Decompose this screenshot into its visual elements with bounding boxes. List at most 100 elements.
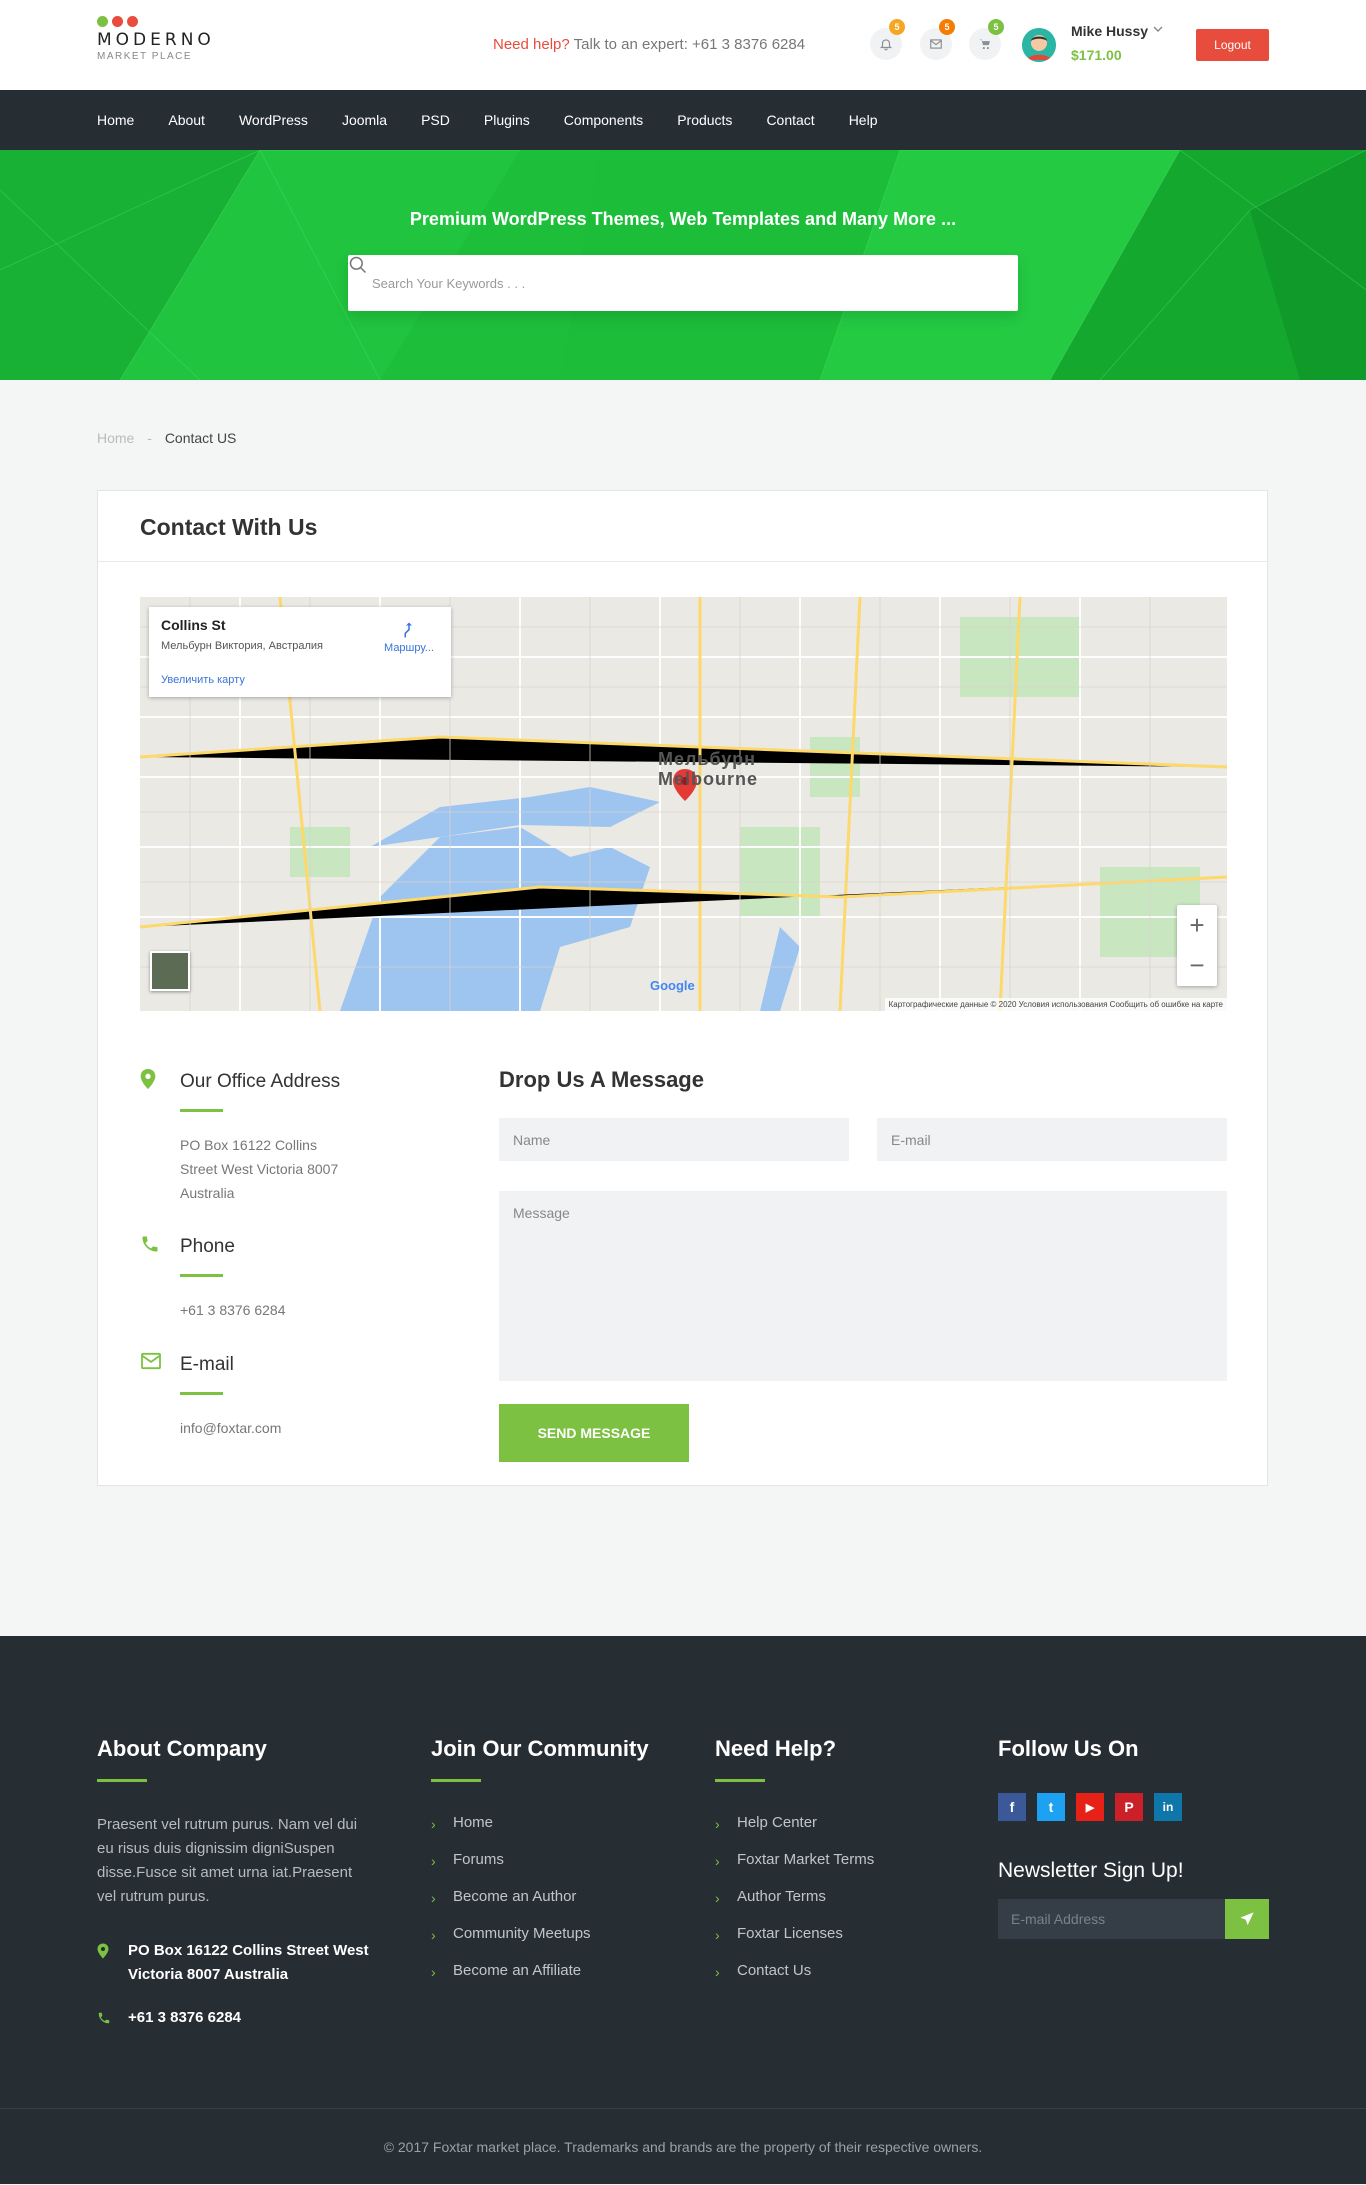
footer-link-help-center[interactable]: › Help Center [715,1814,874,1851]
logo-subtitle: MARKET PLACE [97,51,193,62]
user-name[interactable]: Mike Hussy [1071,23,1148,39]
notifications-badge: 5 [889,19,905,35]
email-field[interactable] [877,1118,1227,1161]
nav-item-psd[interactable]: PSD [421,112,450,128]
cart-badge: 5 [988,19,1004,35]
facebook-icon[interactable]: f [998,1793,1026,1821]
email-title: E-mail [180,1354,234,1375]
map-zoom-control: + − [1177,905,1217,986]
map-route-button[interactable]: Маршру... [379,621,439,654]
nav-item-joomla[interactable]: Joomla [342,112,387,128]
office-title: Our Office Address [180,1071,341,1092]
contact-card: Contact With Us Мельбурн Melbourne Colli… [97,490,1268,1486]
footer-link-market-terms[interactable]: › Foxtar Market Terms [715,1851,874,1888]
footer-link-community-meetups[interactable]: › Community Meetups [431,1925,649,1962]
footer-follow-title: Follow Us On [998,1736,1139,1761]
footer-link-forums[interactable]: › Forums [431,1851,649,1888]
footer-link-become-author[interactable]: › Become an Author [431,1888,649,1925]
breadcrumb-home[interactable]: Home [97,430,134,446]
chevron-right-icon: › [715,1927,720,1943]
nav-item-home[interactable]: Home [97,112,134,128]
zoom-out-button[interactable]: − [1177,945,1217,985]
logo[interactable]: MODERNO MARKET PLACE [97,16,215,62]
map-marker-icon [140,1069,156,1089]
footer: About Company Praesent vel rutrum purus.… [0,1636,1366,2184]
chevron-down-icon[interactable] [1152,23,1164,35]
chevron-right-icon: › [715,1964,720,1980]
map-route-label: Маршру... [384,642,434,654]
phone-title: Phone [180,1236,235,1257]
newsletter-form [998,1899,1269,1939]
footer-help: Need Help? › Help Center › Foxtar Market T… [715,1736,874,1999]
paper-plane-icon [1240,1912,1254,1925]
footer-follow: Follow Us On f t ▶ P in Newsletter Sign … [998,1736,1269,1939]
page-title: Contact With Us [140,514,318,540]
breadcrumb-separator: - [147,430,152,446]
footer-community: Join Our Community › Home › Forums › Become… [431,1736,649,1999]
hero-title: Premium WordPress Themes, Web Templates … [409,209,957,229]
hero-banner: Premium WordPress Themes, Web Templates … [0,150,1366,380]
youtube-icon[interactable]: ▶ [1076,1793,1104,1821]
map-place-title: Collins St [161,617,226,633]
footer-about-text: Praesent vel rutrum purus. Nam vel dui e… [97,1816,358,1905]
logo-name: MODERNO [97,30,215,50]
footer-link-author-terms[interactable]: › Author Terms [715,1888,874,1925]
nav-item-plugins[interactable]: Plugins [484,112,530,128]
chevron-right-icon: › [431,1964,436,1980]
twitter-icon[interactable]: t [1037,1793,1065,1821]
pinterest-icon[interactable]: P [1115,1793,1143,1821]
footer-address-text: PO Box 16122 Collins Street West Victori… [128,1942,369,1983]
email-divider [180,1392,223,1395]
copyright: © 2017 Foxtar market place. Trademarks a… [0,2108,1366,2184]
office-address: PO Box 16122 Collins Street West Victori… [180,1137,339,1201]
notifications-button[interactable]: 5 [870,19,905,60]
footer-link-become-affiliate[interactable]: › Become an Affiliate [431,1962,649,1999]
breadcrumb-current: Contact US [164,430,237,446]
footer-link-licenses[interactable]: › Foxtar Licenses [715,1925,874,1962]
main-nav: Home About WordPress Joomla PSD Plugins … [0,90,1366,150]
message-field[interactable] [499,1191,1227,1381]
footer-address: PO Box 16122 Collins Street West Victori… [97,1939,397,1987]
cart-button[interactable]: 5 [969,19,1004,60]
message-form-title: Drop Us A Message [499,1067,704,1092]
messages-button[interactable]: 5 [920,19,955,60]
send-message-button[interactable]: SEND MESSAGE [499,1404,689,1462]
user-balance: $171.00 [1071,47,1122,63]
nav-item-wordpress[interactable]: WordPress [239,112,308,128]
logout-button[interactable]: Logout [1196,29,1269,61]
help-text: Talk to an expert: +61 3 8376 6284 [573,36,806,53]
avatar[interactable] [1022,28,1056,62]
social-links: f t ▶ P in [998,1793,1269,1821]
nav-item-components[interactable]: Components [564,112,643,128]
map-enlarge-link[interactable]: Увеличить карту [161,674,245,686]
nav-item-contact[interactable]: Contact [766,112,814,128]
search-input[interactable] [372,255,932,311]
cart-icon [979,39,990,50]
newsletter-submit-button[interactable] [1225,1899,1269,1939]
map-attribution[interactable]: Картографические данные © 2020 Условия и… [884,998,1227,1011]
top-header: MODERNO MARKET PLACE Need help? Talk to … [0,0,1366,90]
footer-divider [715,1779,765,1782]
footer-link-contact-us[interactable]: › Contact Us [715,1962,874,1999]
footer-phone: +61 3 8376 6284 [97,2006,397,2030]
map[interactable]: Мельбурн Melbourne Collins St Мельбурн Ви… [140,597,1227,1011]
nav-item-products[interactable]: Products [677,112,732,128]
breadcrumb: Home - Contact US [97,430,236,446]
footer-link-home[interactable]: › Home [431,1814,649,1851]
newsletter-email-input[interactable] [998,1899,1225,1939]
name-field[interactable] [499,1118,849,1161]
chevron-right-icon: › [715,1816,720,1832]
chevron-right-icon: › [431,1927,436,1943]
nav-item-about[interactable]: About [168,112,205,128]
nav-item-help[interactable]: Help [849,112,878,128]
footer-about: About Company Praesent vel rutrum purus.… [97,1736,367,1909]
footer-divider [431,1779,481,1782]
map-satellite-toggle[interactable] [150,951,190,991]
email-address[interactable]: info@foxtar.com [180,1416,380,1440]
linkedin-icon[interactable]: in [1154,1793,1182,1821]
search-icon[interactable] [348,255,368,275]
messages-badge: 5 [939,19,955,35]
zoom-in-button[interactable]: + [1177,905,1217,945]
map-info-window: Collins St Мельбурн Виктория, Австралия … [149,607,451,697]
footer-divider [97,1779,147,1782]
